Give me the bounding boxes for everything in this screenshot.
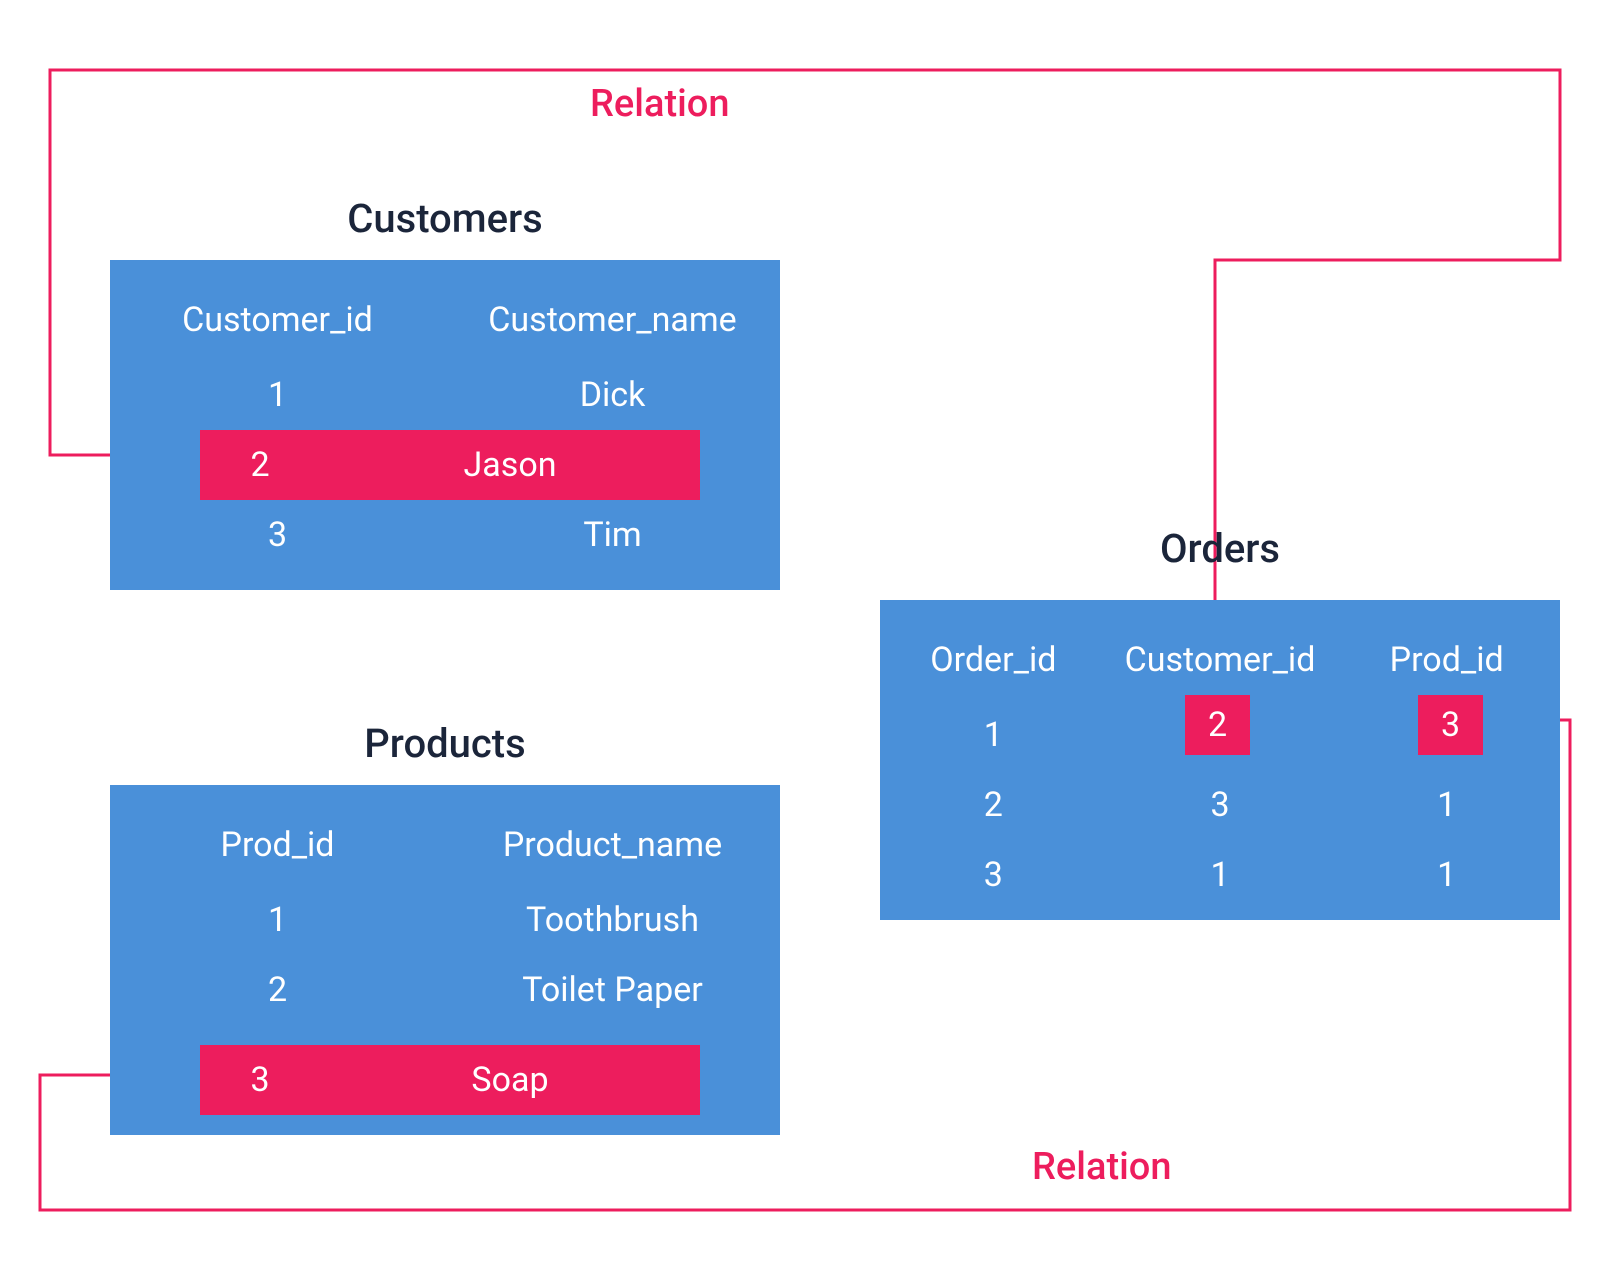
products-r3c1: 3: [200, 1060, 320, 1100]
orders-highlight-prod: 3: [1418, 695, 1483, 755]
orders-table: Order_id Customer_id Prod_id 1 2 3 1 3 1…: [880, 600, 1560, 920]
table-row: 1 Dick: [110, 360, 780, 430]
orders-r2c3: 1: [1333, 785, 1560, 825]
products-header: Prod_id Product_name: [110, 805, 780, 885]
relation-label-bottom: Relation: [1032, 1145, 1172, 1189]
products-r2c2: Toilet Paper: [445, 970, 780, 1010]
table-row: 2 Toilet Paper: [110, 955, 780, 1025]
table-row: 1 Toothbrush: [110, 885, 780, 955]
table-row: 3 Tim: [110, 500, 780, 570]
customers-h1: Customer_id: [110, 300, 445, 340]
orders-h1: Order_id: [880, 640, 1107, 680]
customers-r1c2: Dick: [445, 375, 780, 415]
orders-r2c1: 2: [880, 785, 1107, 825]
orders-r3c1: 3: [880, 855, 1107, 895]
orders-r1c1: 1: [880, 715, 1107, 755]
orders-r3c3: 1: [1333, 855, 1560, 895]
customers-header: Customer_id Customer_name: [110, 280, 780, 360]
table-row: 2 3 1: [880, 770, 1560, 840]
customers-h2: Customer_name: [445, 300, 780, 340]
orders-header: Order_id Customer_id Prod_id: [880, 620, 1560, 700]
orders-title: Orders: [880, 525, 1560, 572]
customers-table: Customer_id Customer_name 1 Dick 3 Tim: [110, 260, 780, 590]
products-h1: Prod_id: [110, 825, 445, 865]
products-h2: Product_name: [445, 825, 780, 865]
customers-r2c1: 2: [200, 445, 320, 485]
customers-r1c1: 1: [110, 375, 445, 415]
products-title: Products: [110, 720, 780, 767]
orders-h2: Customer_id: [1107, 640, 1334, 680]
customers-highlight-row: 2 Jason: [200, 430, 700, 500]
products-r1c1: 1: [110, 900, 445, 940]
customers-r2c2: Jason: [320, 445, 700, 485]
customers-r3c2: Tim: [445, 515, 780, 555]
relation-label-top: Relation: [590, 82, 730, 126]
products-highlight-row: 3 Soap: [200, 1045, 700, 1115]
orders-r3c2: 1: [1107, 855, 1334, 895]
products-r1c2: Toothbrush: [445, 900, 780, 940]
products-r2c1: 2: [110, 970, 445, 1010]
orders-r2c2: 3: [1107, 785, 1334, 825]
orders-highlight-customer: 2: [1185, 695, 1250, 755]
customers-r3c1: 3: [110, 515, 445, 555]
diagram-canvas: Relation Relation Customers Customer_id …: [0, 0, 1600, 1280]
customers-title: Customers: [110, 195, 780, 242]
products-r3c2: Soap: [320, 1060, 700, 1100]
orders-h3: Prod_id: [1333, 640, 1560, 680]
table-row: 3 1 1: [880, 840, 1560, 910]
